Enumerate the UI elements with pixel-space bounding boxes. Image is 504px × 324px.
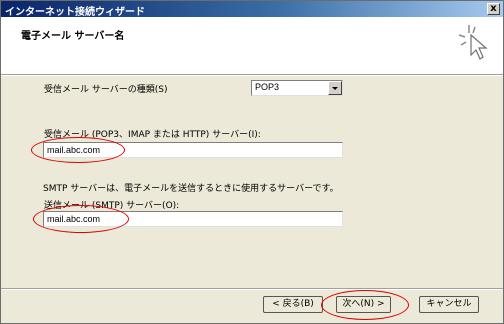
next-button[interactable]: 次へ(N) >: [336, 296, 391, 313]
window-title: インターネット接続ウィザード: [5, 7, 145, 18]
page-title: 電子メール サーバー名: [21, 31, 125, 42]
title-bar: インターネット接続ウィザード x: [1, 1, 503, 18]
outgoing-server-label: 送信メール (SMTP) サーバー(O):: [44, 201, 180, 211]
outgoing-server-input[interactable]: mail.abc.com: [43, 211, 343, 227]
back-button[interactable]: < 戻る(B): [263, 296, 323, 313]
smtp-description: SMTP サーバーは、電子メールを送信するときに使用するサーバーです。: [43, 184, 339, 194]
server-type-select[interactable]: POP3: [251, 80, 343, 96]
cancel-button[interactable]: キャンセル: [419, 296, 479, 313]
wizard-sparkle-icon: [458, 25, 488, 60]
footer-divider-highlight: [1, 289, 503, 290]
incoming-server-input[interactable]: mail.abc.com: [43, 142, 343, 158]
wizard-window: インターネット接続ウィザード x 電子メール サーバー名 受信メール サーバーの…: [0, 0, 504, 324]
server-type-label: 受信メール サーバーの種類(S): [44, 85, 168, 95]
server-type-value: POP3: [255, 82, 280, 92]
close-button[interactable]: x: [487, 3, 500, 15]
incoming-server-label: 受信メール (POP3、IMAP または HTTP) サーバー(I):: [44, 130, 261, 140]
wizard-header: 電子メール サーバー名: [1, 17, 503, 74]
chevron-down-icon[interactable]: [328, 81, 342, 95]
header-divider-highlight: [1, 75, 503, 76]
close-icon: x: [490, 3, 497, 14]
